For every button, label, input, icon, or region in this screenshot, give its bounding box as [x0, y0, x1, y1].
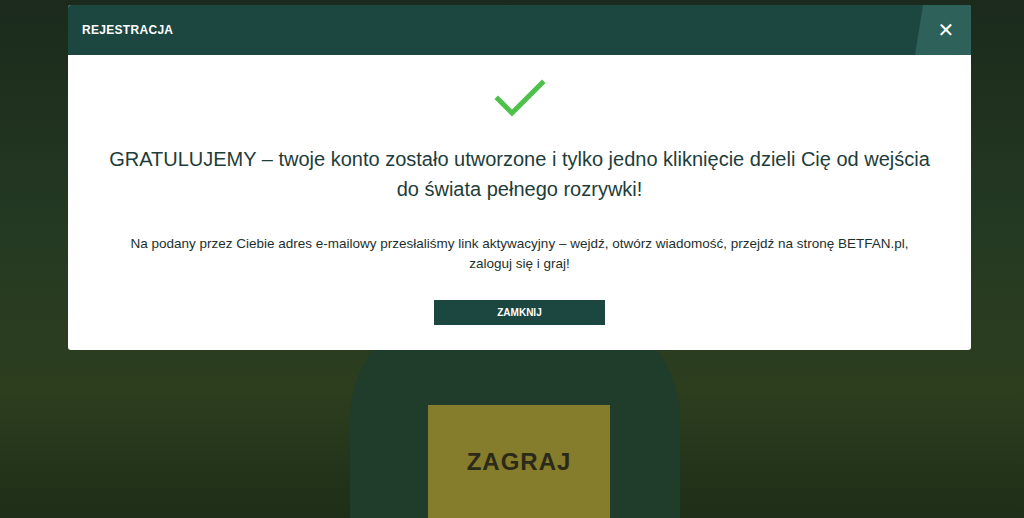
play-button[interactable]: ZAGRAJ: [428, 405, 610, 518]
close-modal-button[interactable]: ZAMKNIJ: [434, 300, 605, 325]
modal-body: GRATULUJEMY – twoje konto zostało utworz…: [68, 55, 971, 350]
success-message: Na podany przez Ciebie adres e-mailowy p…: [130, 234, 910, 274]
checkmark-icon: [494, 79, 546, 119]
close-button[interactable]: ✕: [915, 5, 971, 55]
page: ZAGRAJ REJESTRACJA ✕ GRATULUJEMY – twoje…: [0, 0, 1024, 518]
modal-header: REJESTRACJA ✕: [68, 5, 971, 55]
modal-title: REJESTRACJA: [68, 5, 173, 55]
success-heading: GRATULUJEMY – twoje konto zostało utworz…: [105, 144, 935, 204]
registration-modal: REJESTRACJA ✕ GRATULUJEMY – twoje konto …: [68, 5, 971, 350]
